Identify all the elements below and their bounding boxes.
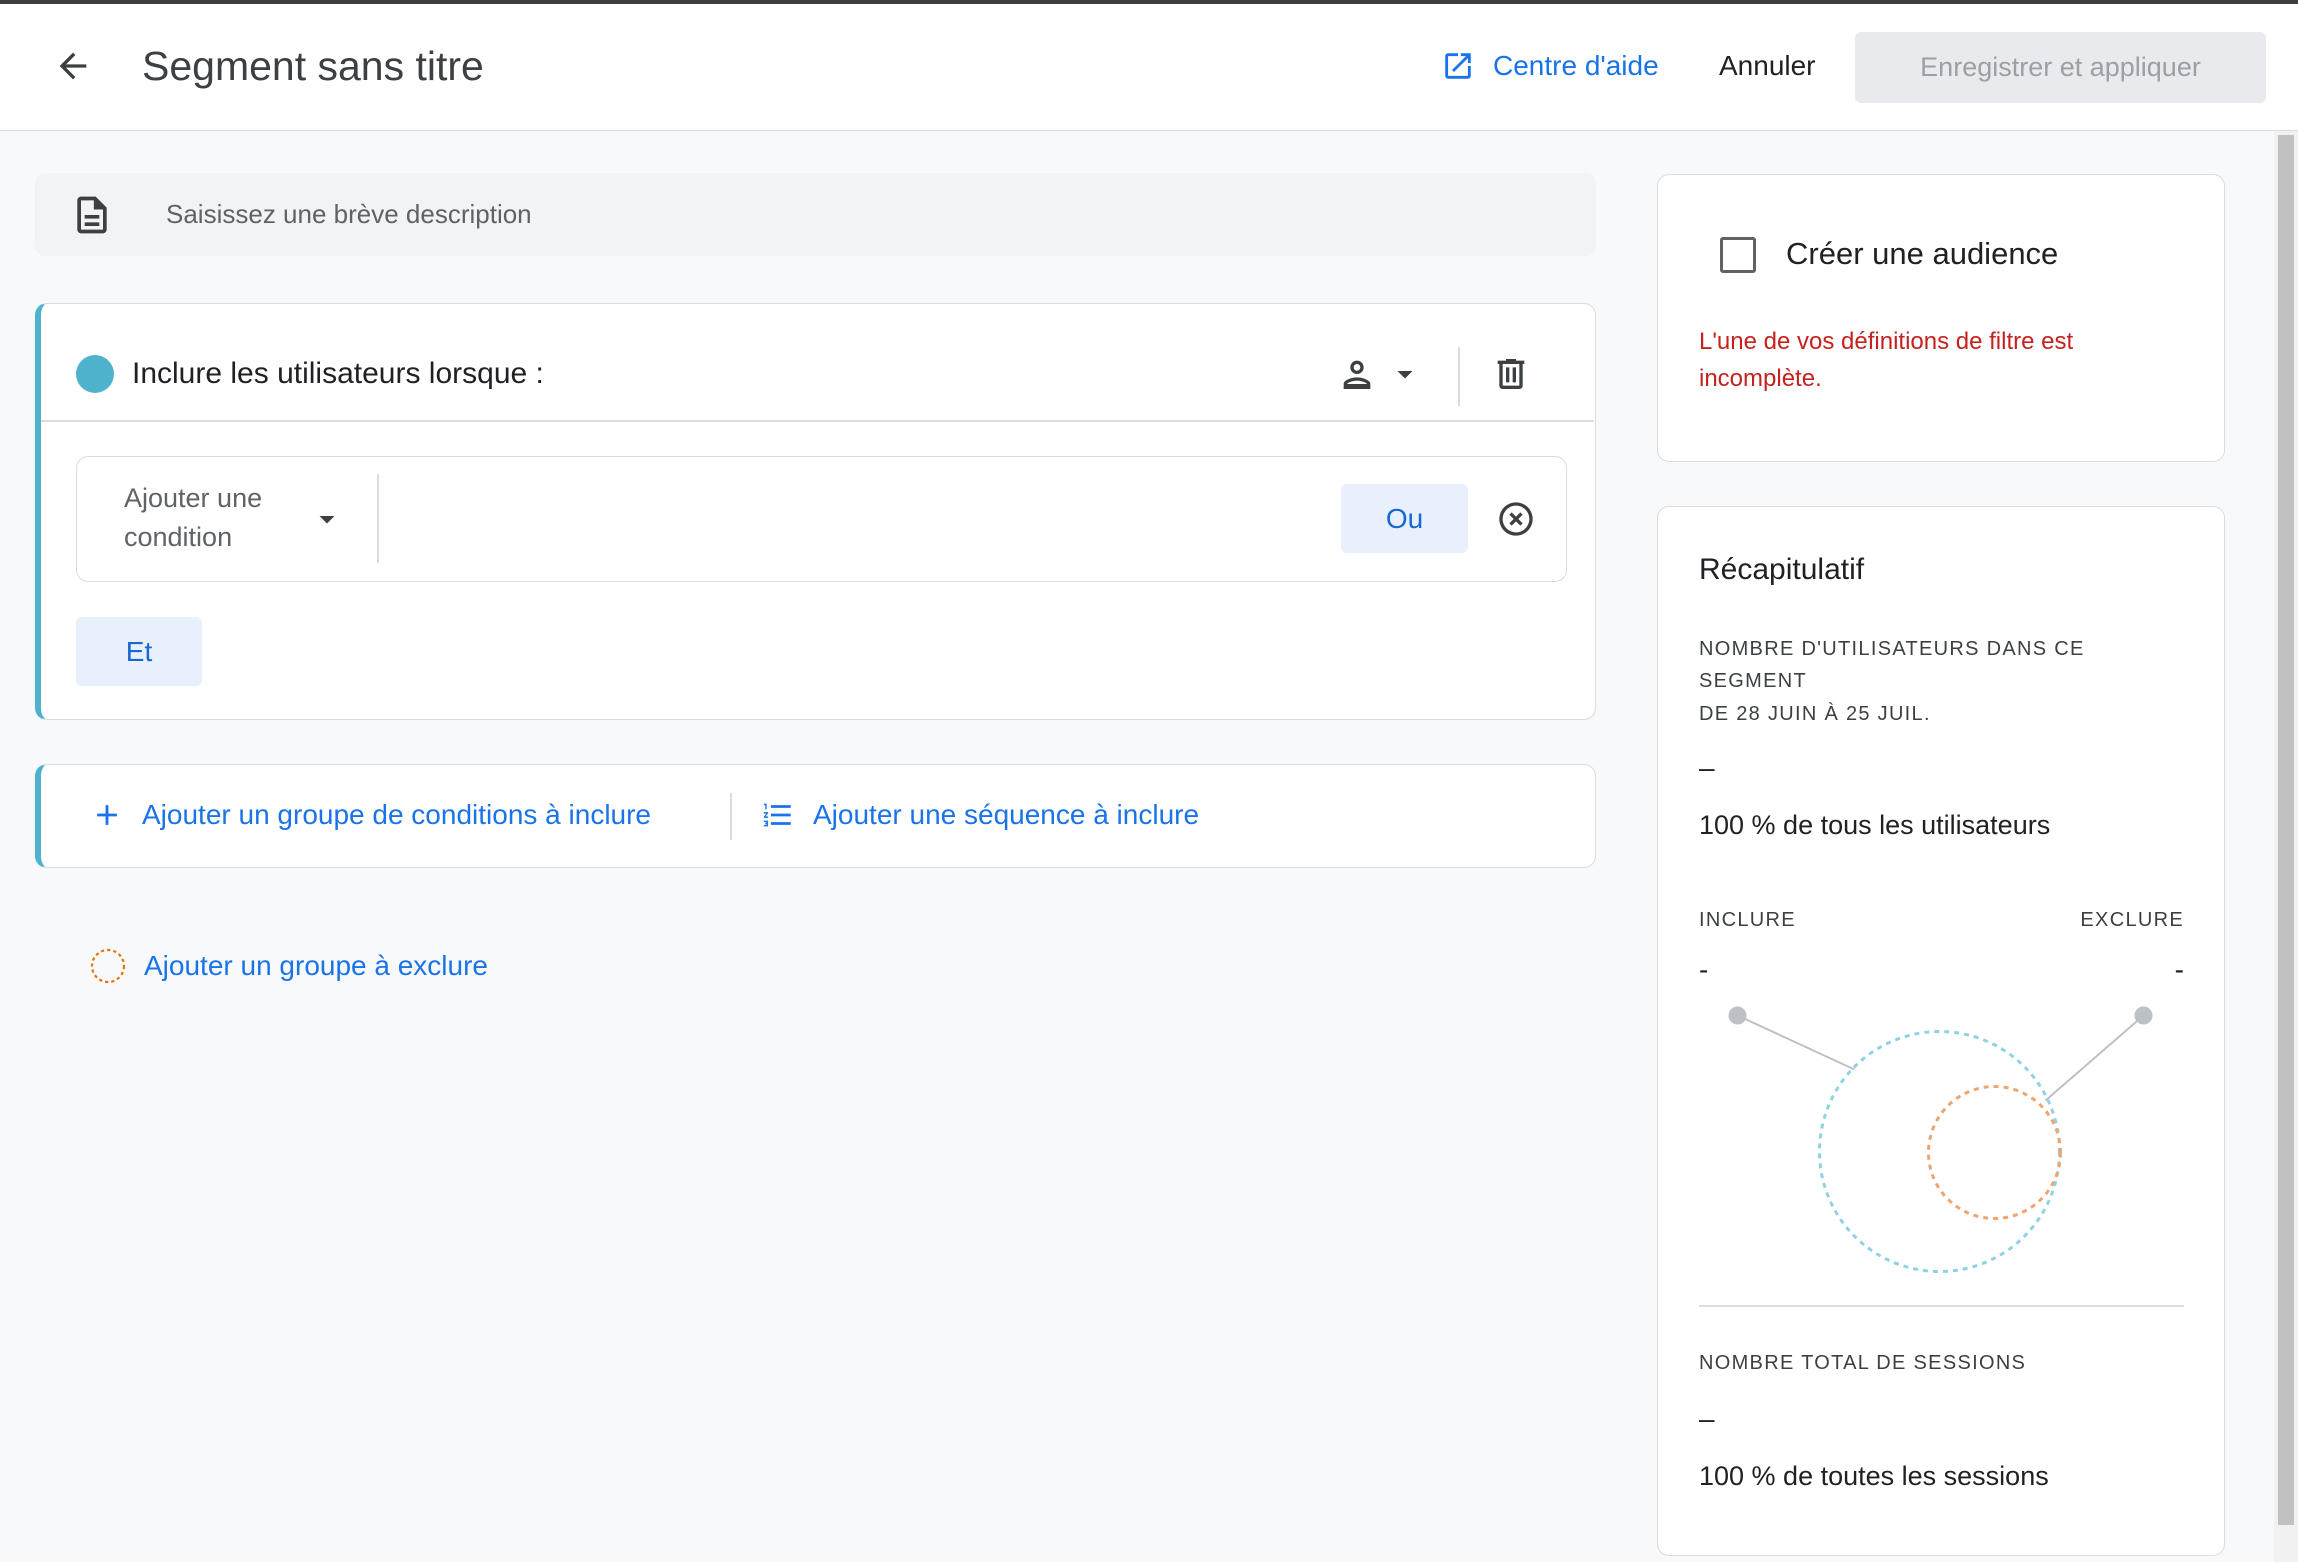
summary-divider bbox=[1699, 1305, 2184, 1307]
dropdown-arrow-icon[interactable] bbox=[309, 501, 345, 537]
save-and-apply-button[interactable]: Enregistrer et appliquer bbox=[1855, 32, 2266, 103]
chevron-down-icon[interactable] bbox=[1387, 356, 1423, 392]
sessions-percent: 100 % de toutes les sessions bbox=[1699, 1461, 2049, 1491]
description-field[interactable] bbox=[35, 173, 1596, 256]
condition-divider bbox=[377, 474, 379, 563]
include-exclude-venn-diagram bbox=[1728, 1006, 2153, 1273]
open-in-new-icon bbox=[1445, 53, 1471, 79]
include-group-title: Inclure les utilisateurs lorsque : bbox=[132, 357, 544, 390]
add-condition-group-label[interactable]: Ajouter un groupe de conditions à inclur… bbox=[142, 797, 651, 833]
exclude-label: EXCLURE bbox=[2080, 909, 2184, 931]
description-icon bbox=[77, 196, 107, 234]
exclude-pointer-line bbox=[2044, 1014, 2145, 1102]
header-divider bbox=[1458, 347, 1460, 406]
include-circle bbox=[1818, 1030, 2061, 1273]
include-pointer-line bbox=[1737, 1014, 1855, 1071]
add-exclude-group-label[interactable]: Ajouter un groupe à exclure bbox=[144, 948, 488, 984]
users-count-value: – bbox=[1699, 752, 1715, 783]
include-pointer-dot bbox=[1728, 1006, 1747, 1025]
add-sequence-label[interactable]: Ajouter une séquence à inclure bbox=[813, 797, 1199, 833]
users-count-label: NOMBRE D'UTILISATEURS DANS CE SEGMENT bbox=[1699, 638, 2085, 692]
include-label: INCLURE bbox=[1699, 909, 1796, 931]
condition-row: Ajouter une condition Ou bbox=[76, 456, 1567, 582]
plus-icon[interactable] bbox=[90, 798, 124, 832]
sessions-count-value: – bbox=[1699, 1403, 1715, 1434]
include-indicator bbox=[76, 355, 114, 393]
segment-editor-page: { "header": { "back_icon": "arrow-back-i… bbox=[0, 0, 2298, 1562]
card-header-separator bbox=[41, 420, 1594, 422]
top-bar: Segment sans titre Centre d'aide Annuler… bbox=[0, 0, 2298, 131]
users-percent: 100 % de tous les utilisateurs bbox=[1699, 810, 2051, 840]
add-condition-label[interactable]: Ajouter une condition bbox=[124, 479, 324, 557]
add-include-actions: Ajouter un groupe de conditions à inclur… bbox=[35, 764, 1596, 868]
scrollbar-thumb[interactable] bbox=[2278, 135, 2294, 1525]
delete-icon[interactable] bbox=[1491, 354, 1531, 394]
include-condition-group: Inclure les utilisateurs lorsque : Ajout… bbox=[35, 303, 1596, 720]
summary-card: Récapitulatif NOMBRE D'UTILISATEURS DANS… bbox=[1657, 506, 2225, 1556]
create-audience-label[interactable]: Créer une audience bbox=[1786, 236, 2058, 272]
exclude-circle bbox=[1927, 1085, 2062, 1220]
description-input[interactable] bbox=[166, 173, 1566, 256]
numbered-list-icon[interactable] bbox=[761, 798, 795, 832]
date-range: DE 28 JUIN À 25 JUIL. bbox=[1699, 703, 1931, 725]
segment-title[interactable]: Segment sans titre bbox=[142, 42, 484, 90]
cancel-circle-icon[interactable] bbox=[1496, 499, 1536, 539]
create-audience-checkbox[interactable] bbox=[1720, 237, 1756, 273]
filter-error-message: L'une de vos définitions de filtre est i… bbox=[1699, 328, 2074, 392]
exclude-pointer-dot bbox=[2134, 1006, 2153, 1025]
actions-divider bbox=[730, 793, 732, 840]
help-center-label[interactable]: Centre d'aide bbox=[1493, 48, 1659, 84]
create-audience-card: Créer une audience L'une de vos définiti… bbox=[1657, 174, 2225, 462]
or-button[interactable]: Ou bbox=[1341, 484, 1468, 553]
and-button[interactable]: Et bbox=[76, 617, 202, 686]
dashed-circle-icon[interactable] bbox=[89, 947, 127, 985]
cancel-button[interactable]: Annuler bbox=[1719, 48, 1816, 84]
sessions-count-label: NOMBRE TOTAL DE SESSIONS bbox=[1699, 1352, 2027, 1374]
person-icon[interactable] bbox=[1337, 354, 1377, 394]
summary-title: Récapitulatif bbox=[1699, 553, 1865, 586]
arrow-back-icon[interactable] bbox=[53, 46, 93, 86]
